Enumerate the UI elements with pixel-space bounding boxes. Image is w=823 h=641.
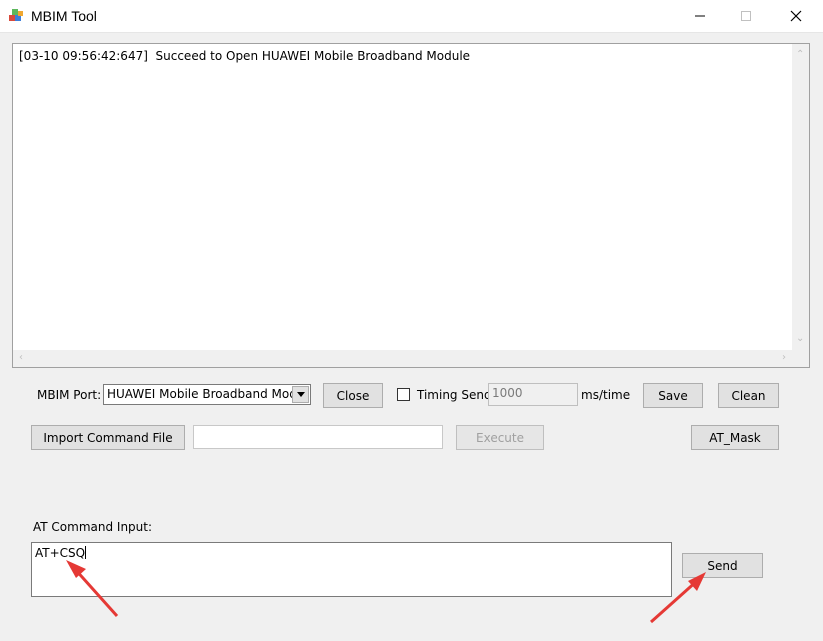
text-caret <box>85 546 87 559</box>
maximize-button[interactable] <box>723 0 769 32</box>
interval-unit-label: ms/time <box>581 388 631 402</box>
maximize-icon <box>741 11 751 21</box>
log-line: [03-10 09:56:42:647] Succeed to Open HUA… <box>19 49 471 63</box>
minimize-button[interactable] <box>677 0 723 32</box>
dropdown-button[interactable] <box>292 386 309 403</box>
window-title: MBIM Tool <box>31 8 97 24</box>
log-output[interactable]: [03-10 09:56:42:647] Succeed to Open HUA… <box>12 43 810 368</box>
scroll-up-icon[interactable]: ⌃ <box>796 50 804 60</box>
scroll-corner <box>792 350 809 367</box>
scroll-left-icon[interactable]: ‹ <box>19 353 23 363</box>
scroll-right-icon[interactable]: › <box>782 353 786 363</box>
timing-send-label: Timing Send <box>417 388 492 402</box>
close-window-button[interactable] <box>773 0 819 32</box>
scroll-down-icon[interactable]: ⌄ <box>796 334 804 344</box>
close-port-button[interactable]: Close <box>323 383 383 408</box>
save-button[interactable]: Save <box>643 383 703 408</box>
mbim-port-value: HUAWEI Mobile Broadband Module <box>107 387 292 401</box>
title-bar[interactable]: MBIM Tool <box>0 0 823 33</box>
at-mask-button[interactable]: AT_Mask <box>691 425 779 450</box>
mbim-port-select[interactable]: HUAWEI Mobile Broadband Module <box>103 384 311 405</box>
chevron-down-icon <box>296 392 305 397</box>
execute-button[interactable]: Execute <box>456 425 544 450</box>
minimize-icon <box>695 15 705 17</box>
app-blocks-icon <box>8 8 24 24</box>
at-command-input-label: AT Command Input: <box>33 520 153 534</box>
horizontal-scrollbar[interactable]: ‹ › <box>13 350 792 367</box>
import-path-field[interactable] <box>193 425 443 449</box>
at-command-value: AT+CSQ <box>35 546 86 560</box>
at-command-input[interactable]: AT+CSQ <box>31 542 672 597</box>
import-command-file-button[interactable]: Import Command File <box>31 425 185 450</box>
send-button[interactable]: Send <box>682 553 763 578</box>
interval-field[interactable]: 1000 <box>488 383 578 406</box>
clean-button[interactable]: Clean <box>718 383 779 408</box>
timing-send-checkbox[interactable] <box>397 388 410 401</box>
mbim-port-label: MBIM Port: <box>37 388 102 402</box>
vertical-scrollbar[interactable]: ⌃ ⌄ <box>792 44 809 350</box>
close-icon <box>790 10 802 22</box>
